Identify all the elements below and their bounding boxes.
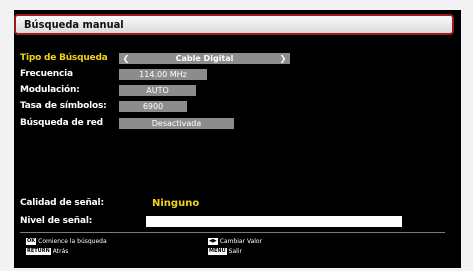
modulation-field[interactable]: AUTO bbox=[119, 85, 196, 96]
footer-divider bbox=[20, 232, 445, 233]
symbol-rate-label: Tasa de símbolos: bbox=[20, 101, 107, 111]
change-value-text: Cambiar Valor bbox=[219, 238, 263, 245]
network-search-field[interactable]: Desactivada bbox=[119, 118, 234, 129]
arrows-key: ◀▶ bbox=[208, 238, 218, 245]
chevron-right-icon[interactable]: ❯ bbox=[278, 53, 288, 64]
change-value-hint: ◀▶ Cambiar Valor bbox=[208, 238, 262, 246]
return-hint-text: Atrás bbox=[52, 248, 69, 255]
search-type-value: Cable Digital bbox=[175, 54, 234, 63]
search-type-selector[interactable]: ❮ Cable Digital ❯ bbox=[119, 53, 290, 64]
symbol-rate-field[interactable]: 6900 bbox=[119, 101, 187, 112]
signal-level-label: Nivel de señal: bbox=[20, 216, 93, 226]
ok-hint-text: Comience la búsqueda bbox=[38, 238, 107, 245]
frequency-field[interactable]: 114.00 MHz bbox=[119, 69, 207, 80]
chevron-left-icon[interactable]: ❮ bbox=[121, 53, 131, 64]
menu-key: MENU bbox=[208, 248, 227, 255]
return-key: RETURN bbox=[26, 248, 51, 255]
signal-quality-label: Calidad de señal: bbox=[20, 198, 104, 208]
ok-hint: OK Comience la búsqueda bbox=[26, 238, 107, 246]
return-hint: RETURN Atrás bbox=[26, 248, 68, 256]
signal-level-bar bbox=[146, 216, 402, 227]
page-title: Búsqueda manual bbox=[24, 18, 124, 31]
signal-quality-value: Ninguno bbox=[152, 198, 200, 209]
ok-key: OK bbox=[26, 238, 37, 245]
menu-hint: MENU Salir bbox=[208, 248, 242, 256]
modulation-label: Modulación: bbox=[20, 85, 80, 95]
tv-menu-screen bbox=[14, 10, 461, 268]
frequency-label: Frecuencia bbox=[20, 69, 73, 79]
network-search-label: Búsqueda de red bbox=[20, 118, 103, 128]
menu-title-bar: Búsqueda manual bbox=[14, 14, 454, 35]
menu-hint-text: Salir bbox=[228, 248, 242, 255]
search-type-label: Tipo de Búsqueda bbox=[20, 53, 108, 63]
